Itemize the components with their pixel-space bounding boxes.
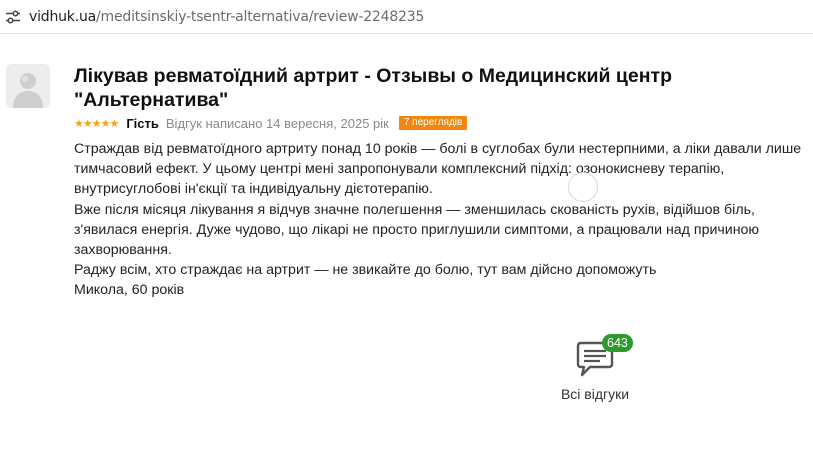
review-title: Лікував ревматоїдний артрит - Отзывы о М… — [74, 65, 672, 111]
reviews-count-badge: 643 — [602, 334, 633, 352]
review-paragraph: Вже після місяця лікування я відчув знач… — [74, 201, 760, 259]
user-avatar-icon — [6, 64, 50, 108]
url-path: /meditsinskiy-tsentr-alternativa/review-… — [96, 9, 425, 25]
url-host: vidhuk.ua — [29, 9, 97, 25]
review-signature: Микола, 60 років — [74, 282, 185, 299]
review-paragraph: Страждав від ревматоїдного артриту понад… — [74, 141, 802, 198]
url-text[interactable]: vidhuk.ua/meditsinskiy-tsentr-alternativ… — [29, 8, 424, 26]
review-meta: ★★★★★ Гість Відгук написано 14 вересня, … — [74, 115, 468, 131]
avatar — [6, 64, 50, 108]
all-reviews-label: Всі відгуки — [560, 386, 630, 402]
rating-stars: ★★★★★ — [74, 117, 119, 130]
views-badge: 7 переглядів — [398, 116, 468, 130]
tune-icon[interactable] — [4, 8, 22, 26]
review-date: Відгук написано 14 вересня, 2025 рік — [165, 115, 389, 131]
review-paragraph: Раджу всім, хто страждає на артрит — не … — [74, 262, 657, 279]
review-body: Страждав від ревматоїдного артриту понад… — [74, 139, 802, 301]
address-bar[interactable]: vidhuk.ua/meditsinskiy-tsentr-alternativ… — [0, 0, 813, 34]
author-name: Гість — [126, 115, 159, 131]
all-reviews-link[interactable]: 643 Всі відгуки — [552, 334, 638, 406]
